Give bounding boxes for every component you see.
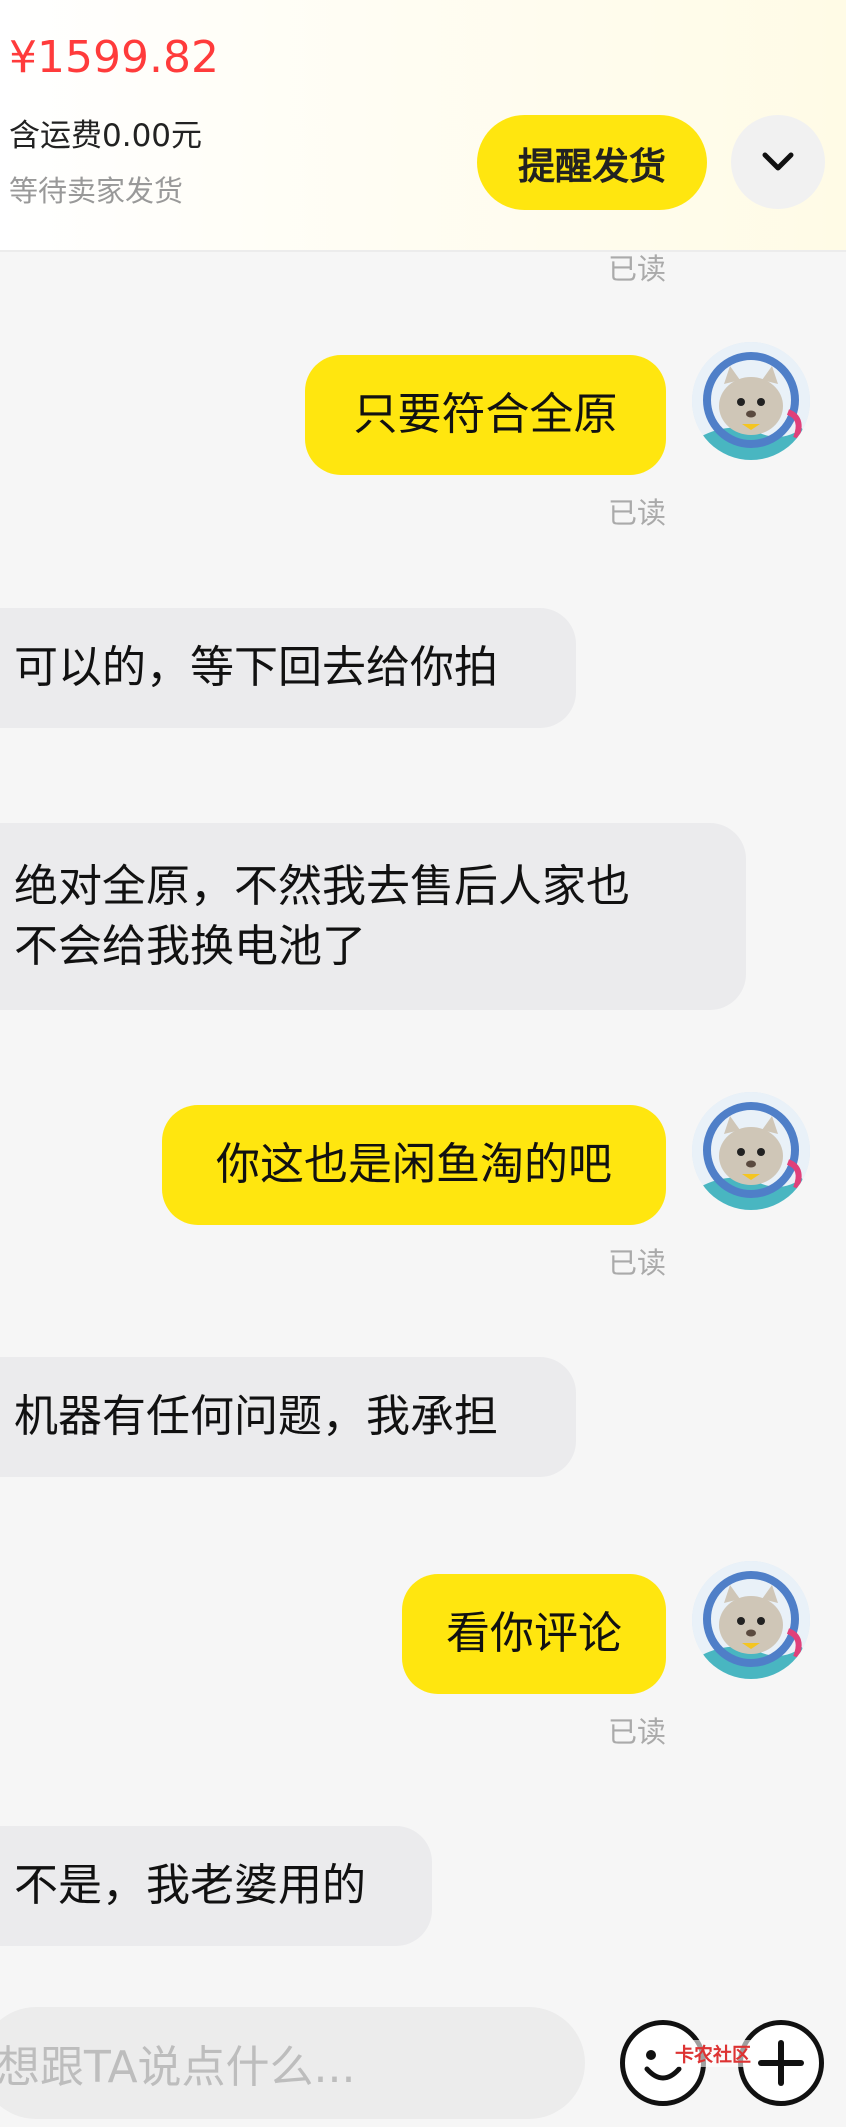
read-receipt: 已读: [608, 1246, 667, 1280]
message-bubble-me[interactable]: 你这也是闲鱼淘的吧: [162, 1105, 666, 1225]
remind-ship-button[interactable]: 提醒发货: [477, 115, 707, 210]
message-bubble-other[interactable]: 绝对全原，不然我去售后人家也 不会给我换电池了: [0, 823, 746, 1010]
cat-avatar-icon: [692, 342, 810, 460]
my-avatar[interactable]: [692, 342, 810, 460]
read-receipt: 已读: [608, 252, 667, 286]
chevron-down-icon: [762, 152, 794, 171]
message-bubble-me[interactable]: 看你评论: [402, 1574, 666, 1694]
message-bubble-other[interactable]: 不是，我老婆用的: [0, 1826, 432, 1946]
read-receipt: 已读: [608, 496, 667, 530]
order-status: 等待卖家发货: [9, 174, 184, 208]
cat-avatar-icon: [692, 1092, 810, 1210]
message-bubble-other[interactable]: 机器有任何问题，我承担: [0, 1357, 576, 1477]
message-input[interactable]: 想跟TA说点什么...: [0, 2007, 585, 2119]
order-header: ¥1599.82 含运费0.00元 等待卖家发货 提醒发货: [0, 0, 846, 252]
my-avatar[interactable]: [692, 1092, 810, 1210]
expand-button[interactable]: [731, 115, 825, 209]
message-line: 不会给我换电池了: [14, 920, 366, 972]
message-bubble-other[interactable]: 可以的，等下回去给你拍: [0, 608, 576, 728]
read-receipt: 已读: [608, 1715, 667, 1749]
order-price: ¥1599.82: [9, 32, 219, 83]
message-bubble-me[interactable]: 只要符合全原: [305, 355, 666, 475]
watermark-logo: 卡农社区: [675, 2040, 752, 2067]
message-line: 绝对全原，不然我去售后人家也: [14, 860, 630, 912]
shipping-fee: 含运费0.00元: [9, 118, 203, 154]
cat-avatar-icon: [692, 1561, 810, 1679]
plus-icon: [758, 2040, 804, 2086]
my-avatar[interactable]: [692, 1561, 810, 1679]
